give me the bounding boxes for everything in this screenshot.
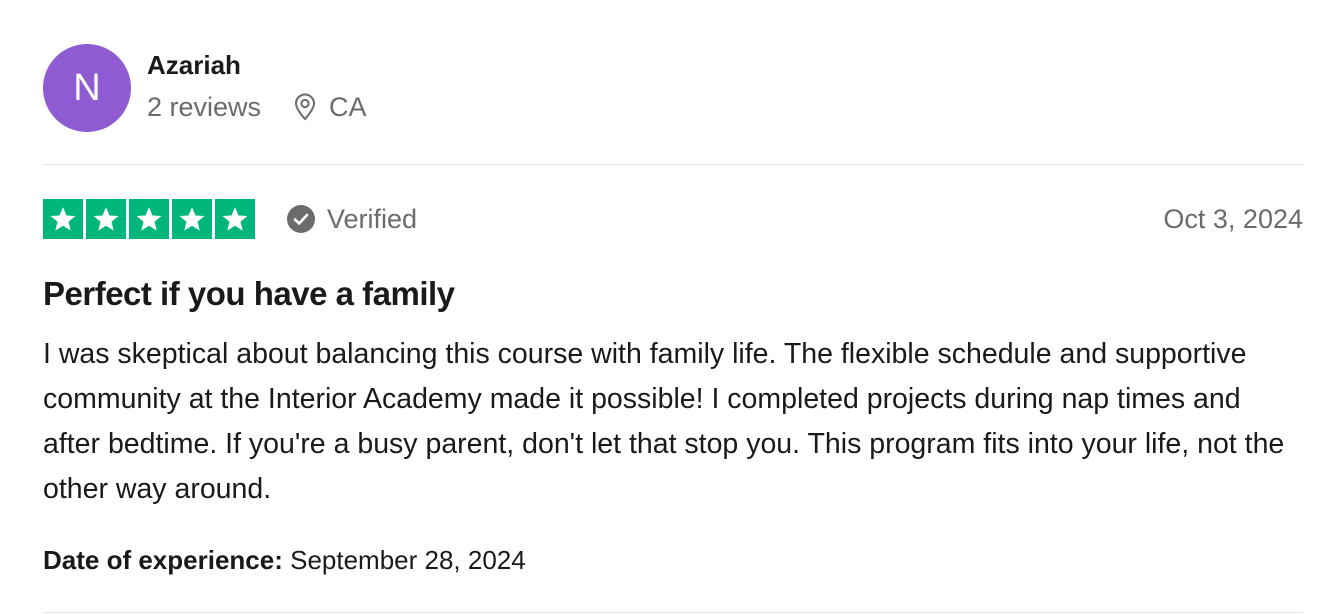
review-card: N Azariah 2 reviews CA Verified Oct 3, 2… (43, 0, 1303, 614)
consumer-info: Azariah 2 reviews CA (147, 44, 367, 122)
check-circle-icon (287, 205, 315, 233)
divider (43, 612, 1303, 613)
consumer-name[interactable]: Azariah (147, 50, 367, 80)
review-title[interactable]: Perfect if you have a family (43, 272, 455, 316)
consumer-header: N Azariah 2 reviews CA (43, 44, 367, 132)
date-of-experience: Date of experience: September 28, 2024 (43, 542, 526, 578)
verified-label: Verified (327, 203, 418, 234)
star-icon (86, 199, 126, 239)
reviews-count: 2 reviews (147, 92, 262, 122)
verified-badge[interactable]: Verified (287, 204, 417, 235)
star-icon (129, 199, 169, 239)
star-icon (215, 199, 255, 239)
star-icon (43, 199, 83, 239)
location-text: CA (329, 92, 367, 122)
review-body: I was skeptical about balancing this cou… (43, 338, 1285, 505)
location-pin-icon (295, 93, 316, 121)
location: CA (293, 92, 367, 122)
star-rating (43, 199, 255, 239)
rating-row: Verified Oct 3, 2024 (43, 198, 1303, 240)
consumer-meta: 2 reviews CA (147, 92, 367, 122)
review-date: Oct 3, 2024 (1163, 203, 1303, 234)
star-icon (172, 199, 212, 239)
divider (43, 164, 1303, 165)
experience-date: September 28, 2024 (290, 545, 526, 575)
avatar[interactable]: N (43, 44, 131, 132)
experience-label: Date of experience: (43, 545, 283, 575)
